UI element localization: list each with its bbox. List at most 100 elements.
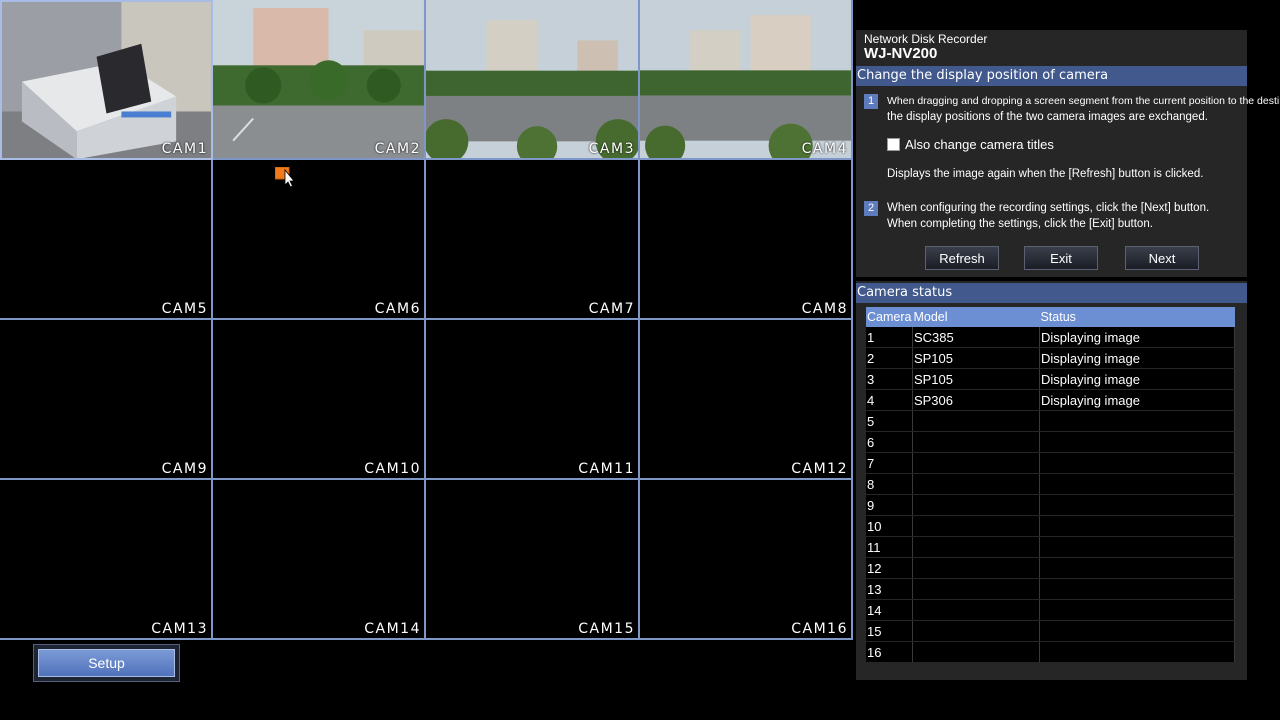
status-cell	[1039, 536, 1236, 558]
status-cell	[1039, 599, 1236, 621]
table-row: 11	[866, 536, 1236, 558]
camera-number-cell: 7	[866, 452, 913, 474]
camera-grid: CAM1 CAM2 CAM3 CAM4 CAM5 CAM6 CAM7 CAM8 CAM9 CAM1…	[0, 0, 853, 640]
camera-number-cell: 6	[866, 431, 913, 453]
camera-title: CAM1	[161, 141, 208, 157]
table-row: 6	[866, 431, 1236, 453]
model-cell	[912, 473, 1040, 495]
camera-tile-13[interactable]: CAM13	[0, 480, 213, 640]
camera-tile-1[interactable]: CAM1	[0, 0, 213, 160]
col-header-camera: Camera	[866, 307, 913, 327]
camera-feed-image	[640, 0, 851, 158]
camera-tile-3[interactable]: CAM3	[426, 0, 640, 160]
camera-title: CAM16	[791, 621, 848, 637]
col-header-model: Model	[912, 307, 1040, 327]
status-cell: Displaying image	[1039, 327, 1236, 348]
model-cell	[912, 536, 1040, 558]
table-row: 7	[866, 452, 1236, 474]
step-2-line-1: When configuring the recording settings,…	[887, 202, 1210, 214]
camera-tile-11[interactable]: CAM11	[426, 320, 640, 480]
camera-number-cell: 10	[866, 515, 913, 537]
exit-button[interactable]: Exit	[1024, 246, 1098, 270]
camera-number-cell: 5	[866, 410, 913, 432]
setup-button-frame: Setup	[33, 644, 180, 682]
status-cell: Displaying image	[1039, 389, 1236, 411]
table-row: 16	[866, 641, 1236, 663]
camera-tile-12[interactable]: CAM12	[640, 320, 853, 480]
camera-number-cell: 3	[866, 368, 913, 390]
camera-tile-16[interactable]: CAM16	[640, 480, 853, 640]
camera-tile-8[interactable]: CAM8	[640, 160, 853, 320]
model-cell	[912, 494, 1040, 516]
camera-tile-10[interactable]: CAM10	[213, 320, 426, 480]
change-titles-label: Also change camera titles	[905, 137, 1054, 152]
camera-tile-14[interactable]: CAM14	[213, 480, 426, 640]
camera-number-cell: 11	[866, 536, 913, 558]
setup-button[interactable]: Setup	[38, 649, 175, 677]
step-2-badge: 2	[864, 201, 878, 216]
camera-number-cell: 15	[866, 620, 913, 642]
status-cell	[1039, 410, 1236, 432]
status-cell	[1039, 557, 1236, 579]
table-row: 2 SP105 Displaying image	[866, 347, 1236, 369]
camera-tile-9[interactable]: CAM9	[0, 320, 213, 480]
drag-cursor-icon	[274, 166, 297, 188]
camera-tile-4[interactable]: CAM4	[640, 0, 853, 160]
camera-number-cell: 9	[866, 494, 913, 516]
table-row: 10	[866, 515, 1236, 537]
camera-title: CAM12	[791, 461, 848, 477]
model-cell	[912, 641, 1040, 663]
model-cell	[912, 515, 1040, 537]
model-cell	[912, 410, 1040, 432]
camera-tile-15[interactable]: CAM15	[426, 480, 640, 640]
camera-number-cell: 4	[866, 389, 913, 411]
model-cell	[912, 452, 1040, 474]
change-titles-checkbox[interactable]	[887, 138, 900, 151]
model-cell	[912, 557, 1040, 579]
camera-number-cell: 2	[866, 347, 913, 369]
status-cell	[1039, 473, 1236, 495]
table-header-row: Camera Model Status	[866, 307, 1235, 327]
change-titles-option[interactable]: Also change camera titles	[887, 137, 1054, 152]
table-row: 13	[866, 578, 1236, 600]
status-cell	[1039, 641, 1236, 663]
next-button[interactable]: Next	[1125, 246, 1199, 270]
table-row: 3 SP105 Displaying image	[866, 368, 1236, 390]
camera-title: CAM5	[161, 301, 208, 317]
step-2-line-2: When completing the settings, click the …	[887, 218, 1153, 230]
camera-title: CAM8	[801, 301, 848, 317]
table-row: 4 SP306 Displaying image	[866, 389, 1236, 411]
table-row: 8	[866, 473, 1236, 495]
camera-title: CAM6	[374, 301, 421, 317]
camera-tile-6[interactable]: CAM6	[213, 160, 426, 320]
model-cell: SP105	[912, 347, 1040, 369]
table-row: 9	[866, 494, 1236, 516]
step-1-line-2: the display positions of the two camera …	[887, 111, 1208, 123]
table-row: 15	[866, 620, 1236, 642]
camera-number-cell: 8	[866, 473, 913, 495]
status-cell: Displaying image	[1039, 368, 1236, 390]
camera-title: CAM14	[364, 621, 421, 637]
status-cell	[1039, 515, 1236, 537]
recorder-subtitle: Network Disk Recorder	[864, 32, 988, 46]
camera-title: CAM7	[588, 301, 635, 317]
model-cell: SP306	[912, 389, 1040, 411]
model-cell	[912, 431, 1040, 453]
camera-title: CAM4	[801, 141, 848, 157]
status-cell	[1039, 494, 1236, 516]
camera-tile-2[interactable]: CAM2	[213, 0, 426, 160]
camera-tile-7[interactable]: CAM7	[426, 160, 640, 320]
model-cell	[912, 599, 1040, 621]
recorder-model: WJ-NV200	[864, 45, 938, 62]
model-cell	[912, 620, 1040, 642]
table-row: 12	[866, 557, 1236, 579]
step-1-line-1: When dragging and dropping a screen segm…	[887, 95, 1280, 107]
col-header-status: Status	[1039, 307, 1235, 327]
table-row: 5	[866, 410, 1236, 432]
camera-feed-image	[426, 0, 638, 158]
camera-number-cell: 13	[866, 578, 913, 600]
refresh-button[interactable]: Refresh	[925, 246, 999, 270]
camera-title: CAM2	[374, 141, 421, 157]
table-row: 1 SC385 Displaying image	[866, 327, 1236, 348]
camera-tile-5[interactable]: CAM5	[0, 160, 213, 320]
